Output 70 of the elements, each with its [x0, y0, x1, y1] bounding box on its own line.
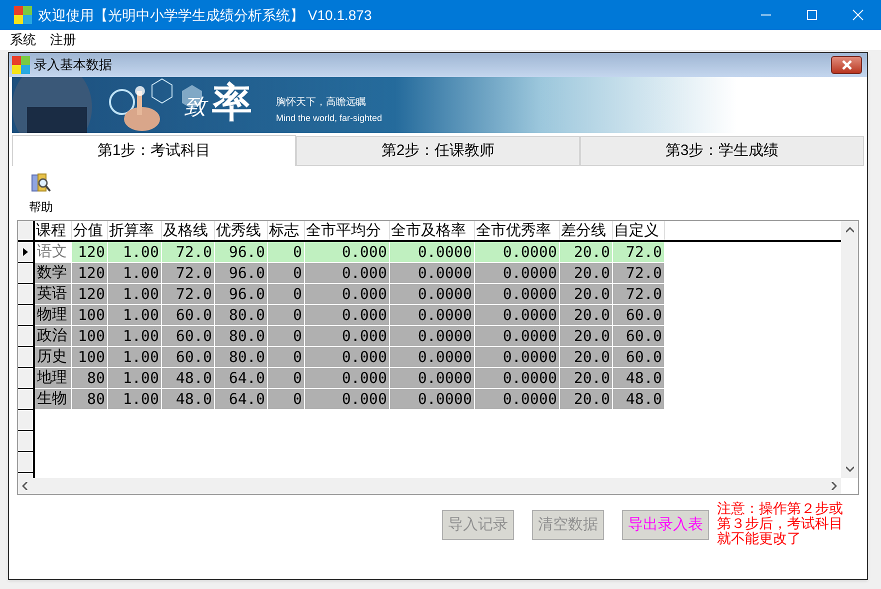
table-row[interactable]: 语文 120 1.00 72.0 96.0 0 0.000 0.0000 0.0000 20.0 72.0: [18, 242, 665, 263]
menu-item[interactable]: 注册: [50, 30, 76, 50]
close-icon: [852, 9, 864, 21]
table-cell: 20.0: [560, 389, 613, 410]
column-header[interactable]: 优秀线: [215, 221, 268, 240]
slogan-text: 胸怀天下，高瞻远瞩: [276, 97, 366, 109]
column-header[interactable]: 差分线: [560, 221, 613, 240]
table-row[interactable]: 生物 80 1.00 48.0 64.0 0 0.000 0.0000 0.0000 20.0 48.0: [18, 389, 665, 410]
table-row[interactable]: 数学 120 1.00 72.0 96.0 0 0.000 0.0000 0.0000 20.0 72.0: [18, 263, 665, 284]
row-header[interactable]: [18, 452, 35, 473]
column-header[interactable]: 课程: [35, 221, 72, 240]
book-magnifier-icon: [30, 172, 52, 194]
brand-text: 率: [212, 79, 252, 127]
table-cell: 48.0: [162, 389, 215, 410]
table-cell: 0.000: [305, 389, 390, 410]
close-icon: [840, 60, 852, 70]
maximize-icon: [806, 9, 818, 21]
column-header[interactable]: 全市平均分: [305, 221, 390, 240]
row-header[interactable]: [18, 473, 35, 478]
window-title: 欢迎使用【光明中小学学生成绩分析系统】 V10.1.873: [38, 6, 372, 24]
app-logo-icon: [14, 6, 32, 24]
slogan-text: Mind the world, far-sighted: [276, 113, 382, 124]
help-button[interactable]: 帮助: [29, 172, 53, 220]
row-header[interactable]: [18, 389, 35, 410]
table-cell: 48.0: [613, 389, 665, 410]
table-row[interactable]: 英语 120 1.00 72.0 96.0 0 0.000 0.0000 0.0000 20.0 72.0: [18, 284, 665, 305]
table-row[interactable]: 历史 100 1.00 60.0 80.0 0 0.000 0.0000 0.0000 20.0 60.0: [18, 347, 665, 368]
table-cell: 1.00: [108, 389, 162, 410]
row-header[interactable]: [18, 347, 35, 368]
scroll-up-icon[interactable]: [846, 227, 854, 233]
column-header[interactable]: 标志: [268, 221, 305, 240]
brand-text: 致: [184, 91, 206, 124]
column-header[interactable]: 全市优秀率: [475, 221, 560, 240]
row-header[interactable]: [18, 305, 35, 326]
scroll-left-icon[interactable]: [22, 482, 28, 490]
table-row[interactable]: 地理 80 1.00 48.0 64.0 0 0.000 0.0000 0.0000 20.0 48.0: [18, 368, 665, 389]
row-header[interactable]: [18, 284, 35, 305]
row-header[interactable]: [18, 368, 35, 389]
column-header[interactable]: 及格线: [162, 221, 215, 240]
column-header[interactable]: 全市及格率: [390, 221, 475, 240]
close-button[interactable]: [831, 56, 862, 74]
column-header[interactable]: 折算率: [108, 221, 162, 240]
menu-item[interactable]: 系统: [10, 30, 36, 50]
row-header[interactable]: [18, 410, 35, 431]
table-cell: 语文: [35, 242, 72, 263]
row-pointer-icon: [23, 248, 28, 256]
dialog-logo-icon: [12, 56, 30, 74]
vertical-scrollbar[interactable]: [841, 221, 858, 478]
tab[interactable]: 第2步：任课教师: [296, 136, 580, 166]
row-header[interactable]: [18, 431, 35, 452]
row-header[interactable]: [18, 326, 35, 347]
table-cell: 64.0: [215, 389, 268, 410]
scroll-down-icon[interactable]: [846, 466, 854, 472]
horizontal-scrollbar[interactable]: [18, 478, 841, 494]
table-cell: 80: [72, 389, 108, 410]
warning-note: 注意：操作第２步或第３步后，考试科目就不能更改了: [717, 501, 844, 546]
table-cell: 生物: [35, 389, 72, 410]
column-header[interactable]: 分值: [72, 221, 108, 240]
table-cell: 0.0000: [390, 389, 475, 410]
dialog-title: 录入基本数据: [34, 56, 112, 74]
tab[interactable]: 第1步：考试科目: [12, 135, 296, 166]
table-row[interactable]: 物理 100 1.00 60.0 80.0 0 0.000 0.0000 0.0000 20.0 60.0: [18, 305, 665, 326]
table-row[interactable]: 政治 100 1.00 60.0 80.0 0 0.000 0.0000 0.0000 20.0 60.0: [18, 326, 665, 347]
row-header[interactable]: [18, 242, 35, 263]
table-cell: 0: [268, 389, 305, 410]
scroll-right-icon[interactable]: [831, 482, 837, 490]
column-header[interactable]: 自定义: [613, 221, 665, 240]
table-cell: 0.0000: [475, 389, 560, 410]
tab[interactable]: 第3步：学生成绩: [580, 136, 864, 166]
row-header[interactable]: [18, 263, 35, 284]
